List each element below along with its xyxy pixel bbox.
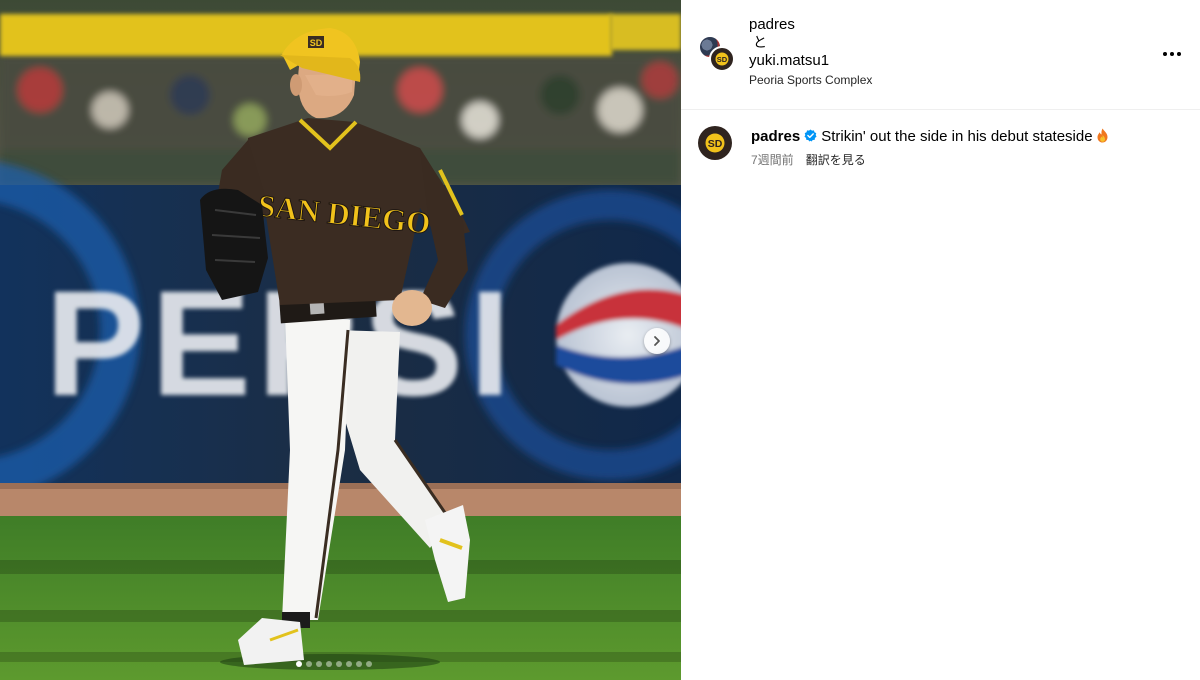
cap-logo-text: SD [310, 38, 323, 48]
sd-logo-icon: SD [705, 133, 725, 153]
carousel-dot [306, 661, 312, 667]
header-location[interactable]: Peoria Sports Complex [749, 72, 872, 88]
carousel-indicator [296, 661, 372, 667]
caption-avatar-padres[interactable]: SD [698, 126, 732, 160]
fire-emoji-icon [1096, 128, 1109, 143]
more-dots-icon [1163, 52, 1167, 56]
header-username-padres[interactable]: padres [749, 15, 872, 34]
caption-text: Strikin' out the side in his debut state… [821, 128, 1093, 145]
carousel-dot [316, 661, 322, 667]
carousel-dot [326, 661, 332, 667]
chevron-right-icon [654, 336, 660, 346]
collab-avatars[interactable]: SD [699, 36, 739, 76]
avatar-padres[interactable]: SD [709, 46, 735, 72]
carousel-next-button[interactable] [644, 328, 670, 354]
carousel-dot [296, 661, 302, 667]
post-media[interactable]: PEPSI SAN DIEGO SD [0, 0, 681, 680]
carousel-dot [346, 661, 352, 667]
header-text: padres と yuki.matsu1 Peoria Sports Compl… [749, 15, 872, 88]
svg-text:SD: SD [717, 55, 728, 64]
caption-username[interactable]: padres [751, 128, 800, 145]
sd-logo-icon: SD [715, 52, 729, 66]
carousel-dot [336, 661, 342, 667]
instagram-post: PEPSI SAN DIEGO SD SD padres と yuki.mats… [0, 0, 1200, 680]
post-photo: PEPSI SAN DIEGO SD [0, 0, 681, 680]
caption-block: SD padres Strikin' out the side in his de… [681, 110, 1200, 167]
svg-text:SD: SD [708, 138, 723, 150]
caption-body: padres Strikin' out the side in his debut… [751, 127, 1181, 168]
verified-badge-icon [804, 129, 817, 142]
caption-line: padres Strikin' out the side in his debut… [751, 127, 1181, 147]
header-username-yuki[interactable]: yuki.matsu1 [749, 51, 872, 70]
post-side-panel: SD padres と yuki.matsu1 Peoria Sports Co… [681, 0, 1200, 680]
post-header: SD padres と yuki.matsu1 Peoria Sports Co… [681, 0, 1200, 110]
post-time[interactable]: 7週間前 [751, 153, 794, 167]
carousel-dot [366, 661, 372, 667]
see-translation-link[interactable]: 翻訳を見る [806, 153, 866, 167]
carousel-dot [356, 661, 362, 667]
more-options-button[interactable] [1160, 42, 1184, 66]
header-conjunction: と [753, 34, 767, 50]
caption-meta: 7週間前 翻訳を見る [751, 152, 1181, 168]
